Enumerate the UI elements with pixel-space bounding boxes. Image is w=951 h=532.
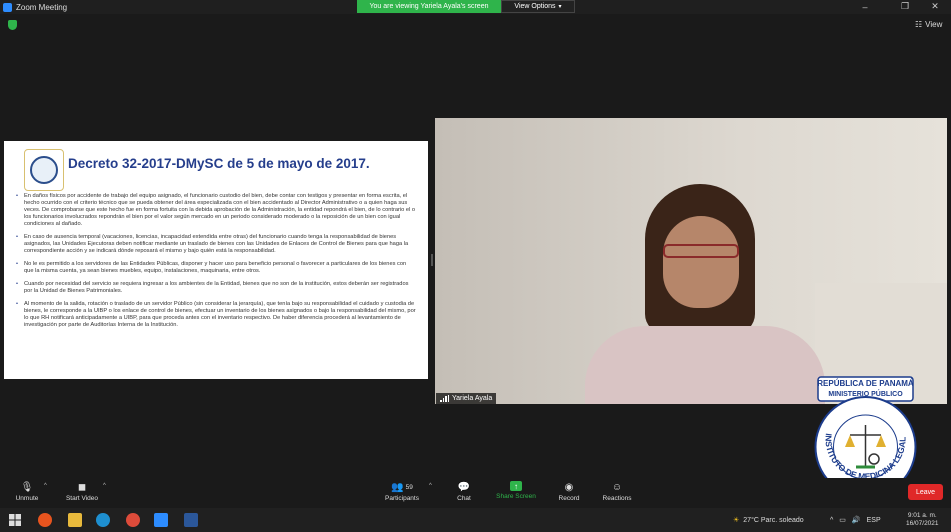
share-screen-icon: ↑ xyxy=(510,481,522,491)
close-button[interactable]: ✕ xyxy=(920,0,950,13)
split-view-drag-handle[interactable] xyxy=(431,254,433,266)
encryption-shield-icon[interactable] xyxy=(8,20,17,30)
chat-bubble-icon: 💬 xyxy=(457,481,471,493)
participants-button[interactable]: 👥 59 Participants xyxy=(382,478,422,508)
windows-taskbar: ☀ 27°C Parc. soleado ^ ▭ 🔊 ESP 9:01 a. m… xyxy=(0,508,951,532)
windows-start-icon[interactable] xyxy=(8,513,22,527)
participant-name-tag: Yariela Ayala xyxy=(436,393,497,404)
window-title: Zoom Meeting xyxy=(16,2,68,12)
ministerio-logo xyxy=(24,149,64,191)
leave-button[interactable]: Leave xyxy=(908,484,943,500)
audio-options-chevron-icon[interactable]: ^ xyxy=(44,483,47,489)
grid-view-icon: ☷ xyxy=(915,20,923,29)
list-item: • En daños físicos por accidente de traba… xyxy=(16,193,416,227)
zoom-taskbar-icon[interactable] xyxy=(154,513,168,527)
system-tray: ^ ▭ 🔊 ESP xyxy=(830,508,881,532)
clock-time: 9:01 a. m. xyxy=(907,512,937,519)
close-icon: ✕ xyxy=(931,1,939,11)
participant-figure xyxy=(585,176,825,404)
restore-icon: ❐ xyxy=(900,1,910,11)
unmute-button[interactable]: 🎙 Unmute xyxy=(12,478,42,508)
smiley-plus-icon: ☺ xyxy=(611,481,623,493)
list-item: • En caso de ausencia temporal (vacacione… xyxy=(16,234,409,254)
volume-icon[interactable]: 🔊 xyxy=(852,516,861,524)
minimize-button[interactable]: – xyxy=(850,0,880,13)
weather-text: 27°C Parc. soleado xyxy=(743,516,804,524)
sun-icon: ☀ xyxy=(733,517,740,524)
view-label: View xyxy=(925,20,943,29)
share-screen-button[interactable]: ↑ Share Screen xyxy=(494,478,538,508)
reactions-button[interactable]: ☺ Reactions xyxy=(600,478,634,508)
record-button[interactable]: ◉ Record xyxy=(556,478,582,508)
network-icon[interactable]: ▭ xyxy=(839,516,846,524)
chat-button[interactable]: 💬 Chat xyxy=(452,478,476,508)
logo-emblem-icon xyxy=(30,156,58,184)
signal-strength-icon xyxy=(440,395,449,402)
view-button[interactable]: ☷ View xyxy=(915,20,942,29)
edge-icon[interactable] xyxy=(96,513,110,527)
microphone-muted-icon: 🎙 xyxy=(20,481,34,493)
start-video-button[interactable]: ◼ Start Video xyxy=(62,478,102,508)
keyboard-language[interactable]: ESP xyxy=(867,517,881,524)
firefox-icon[interactable] xyxy=(38,513,52,527)
list-item: • Al momento de la salida, rotación o tra… xyxy=(16,301,416,328)
clock-date: 16/07/2021 xyxy=(906,520,939,527)
camera-off-icon: ◼ xyxy=(77,481,87,493)
video-options-chevron-icon[interactable]: ^ xyxy=(103,483,106,489)
view-options-label: View Options xyxy=(514,3,556,10)
participant-name: Yariela Ayala xyxy=(452,395,493,402)
record-icon: ◉ xyxy=(564,481,574,493)
seal-line1: REPÚBLICA DE PANAMÁ xyxy=(817,379,914,388)
slide-bullet-list: • En daños físicos por accidente de traba… xyxy=(16,193,416,335)
participants-options-chevron-icon[interactable]: ^ xyxy=(429,483,432,489)
chevron-up-icon[interactable]: ^ xyxy=(830,517,833,524)
file-explorer-icon[interactable] xyxy=(68,513,82,527)
minimize-icon: – xyxy=(862,1,868,12)
list-item: • Cuando por necesidad del servicio se re… xyxy=(16,281,409,294)
participant-video[interactable] xyxy=(435,118,947,404)
view-options-button[interactable]: View Options ▾ xyxy=(501,0,575,13)
participants-count: 59 xyxy=(405,483,413,491)
viewing-screen-banner: You are viewing Yariela Ayala's screen xyxy=(357,0,501,13)
zoom-app-icon xyxy=(3,2,12,12)
clock[interactable]: 9:01 a. m. 16/07/2021 xyxy=(906,508,939,532)
word-icon[interactable] xyxy=(184,513,198,527)
chrome-icon[interactable] xyxy=(126,513,140,527)
meeting-toolbar: 🎙 Unmute ^ ◼ Start Video ^ 👥 59 Particip… xyxy=(0,478,951,508)
slide-title: Decreto 32-2017-DMySC de 5 de mayo de 20… xyxy=(68,156,370,171)
maximize-button[interactable]: ❐ xyxy=(890,0,920,13)
participants-icon: 👥 xyxy=(391,481,404,493)
chevron-down-icon: ▾ xyxy=(558,4,562,10)
list-item: • No le es permitido a los servidores de … xyxy=(16,261,407,274)
shared-screen-slide: Decreto 32-2017-DMySC de 5 de mayo de 20… xyxy=(4,141,428,379)
weather-widget[interactable]: ☀ 27°C Parc. soleado xyxy=(733,508,804,532)
